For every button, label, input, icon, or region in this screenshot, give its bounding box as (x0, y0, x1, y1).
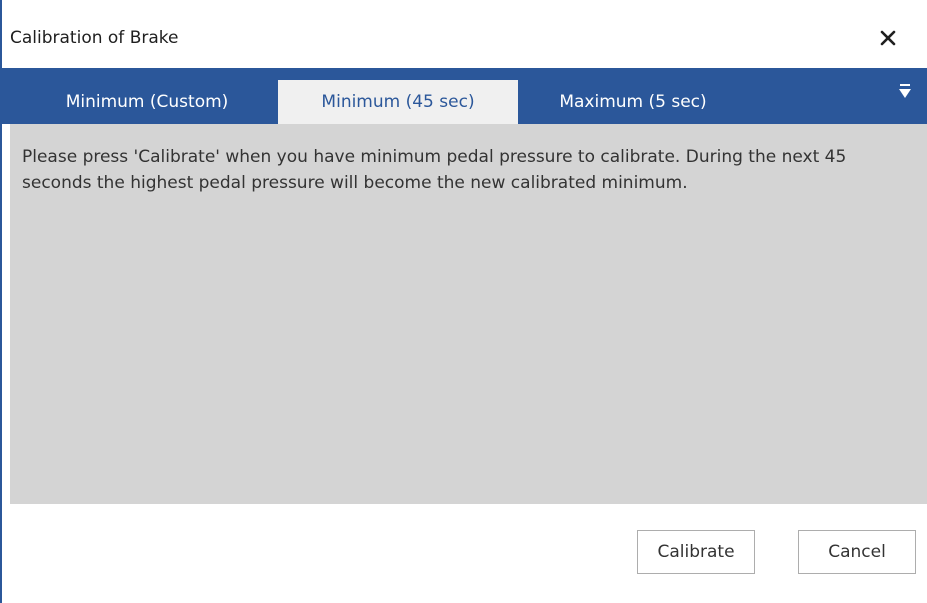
tab-label: Minimum (45 sec) (321, 92, 475, 112)
tab-maximum-5-sec[interactable]: Maximum (5 sec) (518, 80, 748, 124)
tab-minimum-45-sec[interactable]: Minimum (45 sec) (278, 80, 518, 124)
cancel-button[interactable]: Cancel (798, 530, 916, 574)
tab-content-panel: Please press 'Calibrate' when you have m… (10, 124, 927, 504)
tab-overflow-button[interactable] (894, 82, 916, 104)
instruction-message: Please press 'Calibrate' when you have m… (22, 147, 847, 193)
tab-minimum-custom[interactable]: Minimum (Custom) (27, 80, 267, 124)
title-bar: Calibration of Brake (2, 0, 927, 68)
close-icon (880, 30, 896, 46)
tab-strip: Minimum (Custom) Minimum (45 sec) Maximu… (2, 68, 927, 124)
close-button[interactable] (870, 20, 906, 56)
dialog-title: Calibration of Brake (10, 28, 179, 48)
calibrate-button[interactable]: Calibrate (637, 530, 755, 574)
calibration-dialog: Calibration of Brake Minimum (Custom) Mi… (0, 0, 927, 603)
tab-label: Maximum (5 sec) (559, 92, 707, 112)
tab-label: Minimum (Custom) (65, 92, 229, 112)
chevron-down-icon (899, 84, 911, 98)
